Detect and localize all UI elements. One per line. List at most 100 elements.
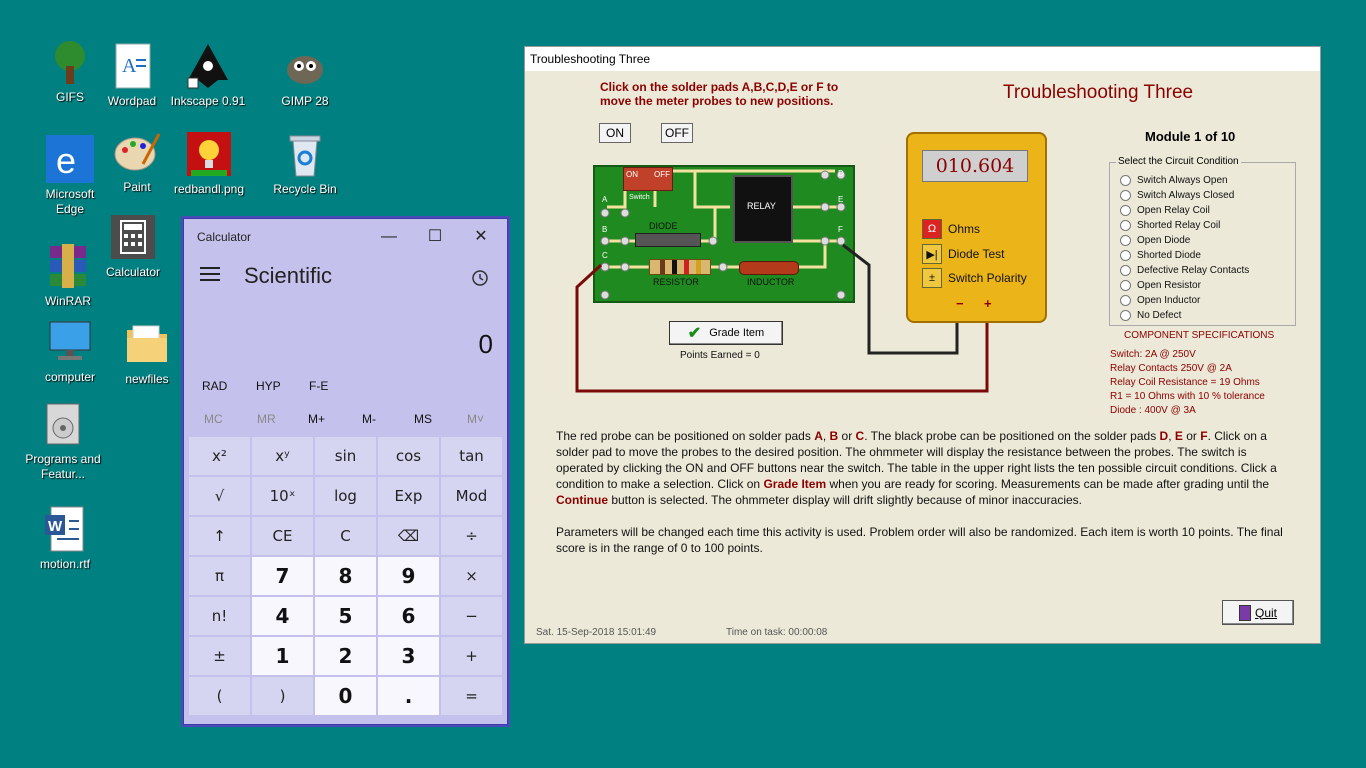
pad-e[interactable]: E [838, 195, 843, 204]
equals-button[interactable]: = [441, 677, 502, 715]
diode-test-button[interactable]: ▶| Diode Test [922, 244, 1004, 264]
condition-option[interactable]: Shorted Relay Coil [1120, 220, 1220, 231]
grade-item-button[interactable]: ✔ Grade Item [669, 321, 783, 345]
history-icon[interactable] [471, 269, 489, 287]
subtract-button[interactable]: − [441, 597, 502, 635]
hyp-button[interactable]: HYP [256, 379, 281, 393]
divide-button[interactable]: ÷ [441, 517, 502, 555]
condition-option[interactable]: Defective Relay Contacts [1120, 265, 1249, 276]
condition-option[interactable]: Shorted Diode [1120, 250, 1201, 261]
plus-terminal: + [984, 296, 992, 311]
spec-line: Relay Contacts 250V @ 2A [1110, 363, 1232, 374]
calculator-window[interactable]: Calculator — ☐ ✕ Scientific 0 RAD HYP F-… [183, 218, 508, 725]
desktop-icon-programs[interactable]: Programs and Featur... [23, 400, 103, 482]
hamburger-menu-icon[interactable] [200, 267, 220, 283]
switch-polarity-button[interactable]: ± Switch Polarity [922, 268, 1027, 288]
digit-7-button[interactable]: 7 [252, 557, 313, 595]
digit-4-button[interactable]: 4 [252, 597, 313, 635]
log-button[interactable]: log [315, 477, 376, 515]
pad-b[interactable]: B [602, 225, 607, 234]
backspace-button[interactable]: ⌫ [378, 517, 439, 555]
troubleshooting-window[interactable]: Troubleshooting Three Click on the solde… [524, 46, 1321, 644]
calculator-titlebar[interactable]: Calculator — ☐ ✕ [184, 219, 507, 255]
desktop-icon-calculator[interactable]: Calculator [93, 213, 173, 280]
cos-button[interactable]: cos [378, 437, 439, 475]
sin-button[interactable]: sin [315, 437, 376, 475]
digit-2-button[interactable]: 2 [315, 637, 376, 675]
checkmark-icon: ✔ [687, 325, 702, 342]
condition-option[interactable]: Switch Always Open [1120, 175, 1228, 186]
exp-button[interactable]: Exp [378, 477, 439, 515]
condition-option[interactable]: Switch Always Closed [1120, 190, 1234, 201]
ms-button[interactable]: MS [414, 412, 432, 426]
decimal-button[interactable]: . [378, 677, 439, 715]
m-minus-button[interactable]: M- [362, 412, 376, 426]
multiply-button[interactable]: × [441, 557, 502, 595]
mod-button[interactable]: Mod [441, 477, 502, 515]
factorial-button[interactable]: n! [189, 597, 250, 635]
radio-icon [1120, 295, 1131, 306]
tan-button[interactable]: tan [441, 437, 502, 475]
desktop-icon-computer[interactable]: computer [30, 318, 110, 385]
gimp-icon [281, 42, 329, 90]
square-button[interactable]: x² [189, 437, 250, 475]
time-on-task: Time on task: 00:00:08 [726, 627, 828, 638]
ohms-mode-button[interactable]: Ω Ohms [922, 219, 980, 239]
troubleshooting-titlebar[interactable]: Troubleshooting Three [525, 47, 1320, 71]
pi-button[interactable]: π [189, 557, 250, 595]
digit-0-button[interactable]: 0 [315, 677, 376, 715]
condition-label: Shorted Diode [1137, 250, 1201, 261]
desktop-icon-paint[interactable]: Paint [97, 128, 177, 195]
m-plus-button[interactable]: M+ [308, 412, 325, 426]
digit-6-button[interactable]: 6 [378, 597, 439, 635]
condition-option[interactable]: Open Inductor [1120, 295, 1200, 306]
relay-component: RELAY [733, 175, 793, 243]
mc-button[interactable]: MC [204, 412, 223, 426]
open-paren-button[interactable]: ( [189, 677, 250, 715]
desktop-icon-label: Programs and Featur... [25, 452, 101, 481]
digit-8-button[interactable]: 8 [315, 557, 376, 595]
radio-icon [1120, 310, 1131, 321]
condition-label: Open Relay Coil [1137, 205, 1210, 216]
desktop-icon-inkscape[interactable]: Inkscape 0.91 [168, 42, 248, 109]
condition-option[interactable]: Open Relay Coil [1120, 205, 1210, 216]
clear-button[interactable]: C [315, 517, 376, 555]
pad-d[interactable]: D [838, 169, 844, 178]
close-button[interactable]: ✕ [458, 223, 504, 251]
condition-option[interactable]: No Defect [1120, 310, 1181, 321]
close-paren-button[interactable]: ) [252, 677, 313, 715]
negate-button[interactable]: ± [189, 637, 250, 675]
svg-text:W: W [48, 518, 63, 535]
pad-a[interactable]: A [602, 195, 607, 204]
shift-button[interactable]: ↑ [189, 517, 250, 555]
fe-button[interactable]: F-E [309, 379, 328, 393]
mr-button[interactable]: MR [257, 412, 276, 426]
digit-9-button[interactable]: 9 [378, 557, 439, 595]
power-button[interactable]: xʸ [252, 437, 313, 475]
minimize-button[interactable]: — [366, 223, 412, 251]
ten-power-button[interactable]: 10ˣ [252, 477, 313, 515]
toggle-switch[interactable]: ON OFF [623, 167, 673, 191]
desktop-icon-recycle-bin[interactable]: Recycle Bin [265, 130, 345, 197]
pad-c[interactable]: C [602, 251, 608, 260]
ce-button[interactable]: CE [252, 517, 313, 555]
desktop-icon-gimp[interactable]: GIMP 28 [265, 42, 345, 109]
maximize-button[interactable]: ☐ [412, 223, 458, 251]
condition-option[interactable]: Open Resistor [1120, 280, 1201, 291]
memory-list-button[interactable]: M˅ [467, 412, 484, 426]
sqrt-button[interactable]: √ [189, 477, 250, 515]
digit-5-button[interactable]: 5 [315, 597, 376, 635]
desktop-icon-wordpad[interactable]: A Wordpad [92, 42, 172, 109]
add-button[interactable]: + [441, 637, 502, 675]
off-button[interactable]: OFF [661, 123, 693, 143]
desktop-icon-redbandl[interactable]: redbandl.png [169, 130, 249, 197]
condition-option[interactable]: Open Diode [1120, 235, 1190, 246]
digit-3-button[interactable]: 3 [378, 637, 439, 675]
rad-button[interactable]: RAD [202, 379, 227, 393]
desktop-icon-newfiles[interactable]: newfiles [107, 320, 187, 387]
pad-f[interactable]: F [838, 225, 843, 234]
digit-1-button[interactable]: 1 [252, 637, 313, 675]
desktop-icon-motion-rtf[interactable]: W motion.rtf [25, 505, 105, 572]
on-button[interactable]: ON [599, 123, 631, 143]
quit-button[interactable]: Quit [1222, 600, 1294, 625]
